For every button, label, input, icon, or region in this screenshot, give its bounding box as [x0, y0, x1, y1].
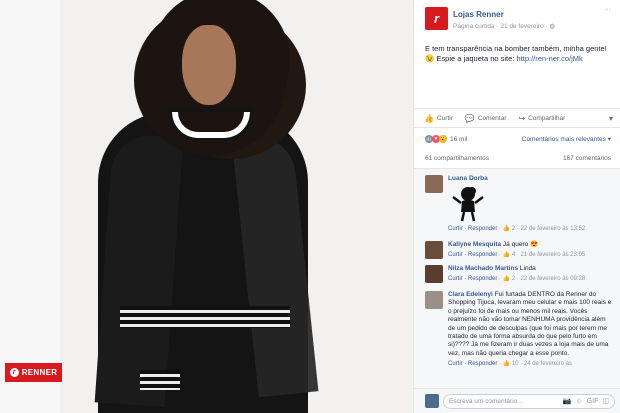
like-button[interactable]: 👍 Curtir: [424, 114, 453, 123]
renner-logo-text: RENNER: [21, 368, 58, 377]
post-source: Página curtida: [453, 23, 495, 30]
post-date[interactable]: 21 de fevereiro: [500, 23, 543, 30]
comment-text: Linda: [519, 265, 536, 272]
post-link[interactable]: http://ren-ner.co/jMk: [516, 54, 582, 63]
photo-background: [0, 0, 60, 413]
emoji-icon[interactable]: ☺: [576, 398, 583, 405]
post-side-panel: r Lojas Renner Página curtida · 21 de fe…: [413, 0, 620, 413]
comment-date[interactable]: 22 de fevereiro às 09:28: [521, 276, 586, 282]
photo-face: [182, 25, 236, 105]
comment-meta: Curtir · Responder · 👍 2 · 22 de feverei…: [448, 226, 586, 233]
globe-icon: ◍: [549, 23, 556, 30]
comment-text: Fui furtada DENTRO da Renner do Shopping…: [448, 291, 612, 357]
commenter-avatar[interactable]: [425, 175, 443, 193]
commenter-name[interactable]: Kallyne Mesquita: [448, 241, 501, 248]
post-actions-bar: 👍 Curtir 💬 Comentar ↪ Compartilhar ▾: [414, 108, 620, 128]
comment-sort-dropdown[interactable]: Comentários mais relevantes ▾: [522, 135, 611, 143]
comment-date[interactable]: 22 de fevereiro às 13:52: [521, 226, 586, 232]
comment-input[interactable]: Escreva um comentário... 📷 ☺ GIF ◫: [443, 393, 615, 409]
reactions-summary[interactable]: 👍 ♥ 😮 16 mil Comentários mais relevantes…: [425, 131, 611, 147]
comment-composer: Escreva um comentário... 📷 ☺ GIF ◫: [414, 388, 620, 413]
post-header: r Lojas Renner Página curtida · 21 de fe…: [425, 7, 555, 30]
comment-label: Comentar: [477, 114, 507, 122]
gif-icon[interactable]: GIF: [587, 398, 599, 405]
commenter-avatar[interactable]: [425, 241, 443, 259]
comment-date[interactable]: 21 de fevereiro às 23:05: [521, 252, 586, 258]
comment-text: Já quero 😍: [502, 241, 539, 248]
comment-item: Clara Edelenyi Fui furtada DENTRO da Ren…: [425, 291, 615, 369]
comment-count[interactable]: 167 comentários: [563, 155, 611, 162]
comment-likes: 4: [511, 252, 516, 259]
share-icon: ↪: [518, 113, 526, 123]
camera-icon[interactable]: 📷: [563, 397, 572, 405]
comment-item: Luana Dorba Curtir · Responder · 👍 2 · 2…: [425, 175, 585, 234]
page-name-link[interactable]: Lojas Renner: [453, 10, 555, 19]
renner-logo-icon: r: [9, 368, 19, 377]
commenter-name[interactable]: Nilza Machado Martins: [448, 265, 518, 272]
thumbs-up-icon: 👍: [424, 113, 434, 123]
comment-date[interactable]: 24 de fevereiro às: [524, 361, 572, 367]
sticker-character-icon: [452, 187, 484, 222]
share-label: Compartilhar: [528, 114, 566, 122]
comment-icon: 💬: [464, 113, 475, 123]
comment-reply-actions[interactable]: Curtir · Responder: [448, 361, 497, 367]
comment-reply-actions[interactable]: Curtir · Responder: [448, 276, 497, 282]
commenter-avatar[interactable]: [425, 291, 443, 309]
photo-jacket-hem: [120, 306, 290, 328]
sticker-image: [448, 185, 488, 223]
post-text: E tem transparência na bomber também, mi…: [425, 44, 611, 64]
like-label: Curtir: [436, 114, 453, 122]
share-button[interactable]: ↪ Compartilhar: [518, 114, 565, 123]
comment-meta: Curtir · Responder · 👍 2 · 22 de feverei…: [448, 276, 586, 283]
comment-meta: Curtir · Responder · 👍 10 · 24 de fevere…: [448, 361, 572, 368]
comment-item: Nilza Machado Martins Linda Curtir · Res…: [425, 265, 585, 284]
comment-item: Kallyne Mesquita Já quero 😍 Curtir · Res…: [425, 241, 585, 260]
sticker-icon[interactable]: ◫: [602, 397, 609, 405]
comment-meta: Curtir · Responder · 👍 4 · 21 de feverei…: [448, 252, 586, 259]
commenter-name[interactable]: Luana Dorba: [448, 175, 585, 183]
reaction-count: 16 mil: [450, 135, 468, 143]
page-avatar[interactable]: r: [425, 7, 448, 30]
wow-reaction-icon: 😮: [439, 135, 447, 143]
post-stats: 61 compartilhamentos 167 comentários: [425, 155, 611, 162]
share-menu-dropdown[interactable]: ▾: [609, 114, 613, 123]
commenter-name[interactable]: Clara Edelenyi: [448, 291, 493, 298]
current-user-avatar: [425, 394, 439, 408]
photo-jacket-cuff: [140, 370, 180, 390]
commenter-avatar[interactable]: [425, 265, 443, 283]
more-options-icon[interactable]: ···: [604, 6, 614, 13]
renner-logo-badge: r RENNER: [5, 363, 62, 382]
comment-reply-actions[interactable]: Curtir · Responder: [448, 252, 497, 258]
post-meta: Página curtida · 21 de fevereiro · ◍: [453, 23, 556, 30]
comment-reply-actions[interactable]: Curtir · Responder: [448, 226, 497, 232]
comment-likes: 2: [511, 276, 516, 283]
comment-likes: 2: [511, 226, 516, 233]
share-count[interactable]: 61 compartilhamentos: [425, 155, 489, 162]
comment-likes: 10: [511, 361, 519, 368]
post-photo[interactable]: r RENNER: [0, 0, 413, 413]
comment-button[interactable]: 💬 Comentar: [465, 114, 507, 123]
comment-input-placeholder: Escreva um comentário...: [449, 397, 523, 405]
comments-list: Luana Dorba Curtir · Responder · 👍 2 · 2…: [414, 168, 620, 388]
